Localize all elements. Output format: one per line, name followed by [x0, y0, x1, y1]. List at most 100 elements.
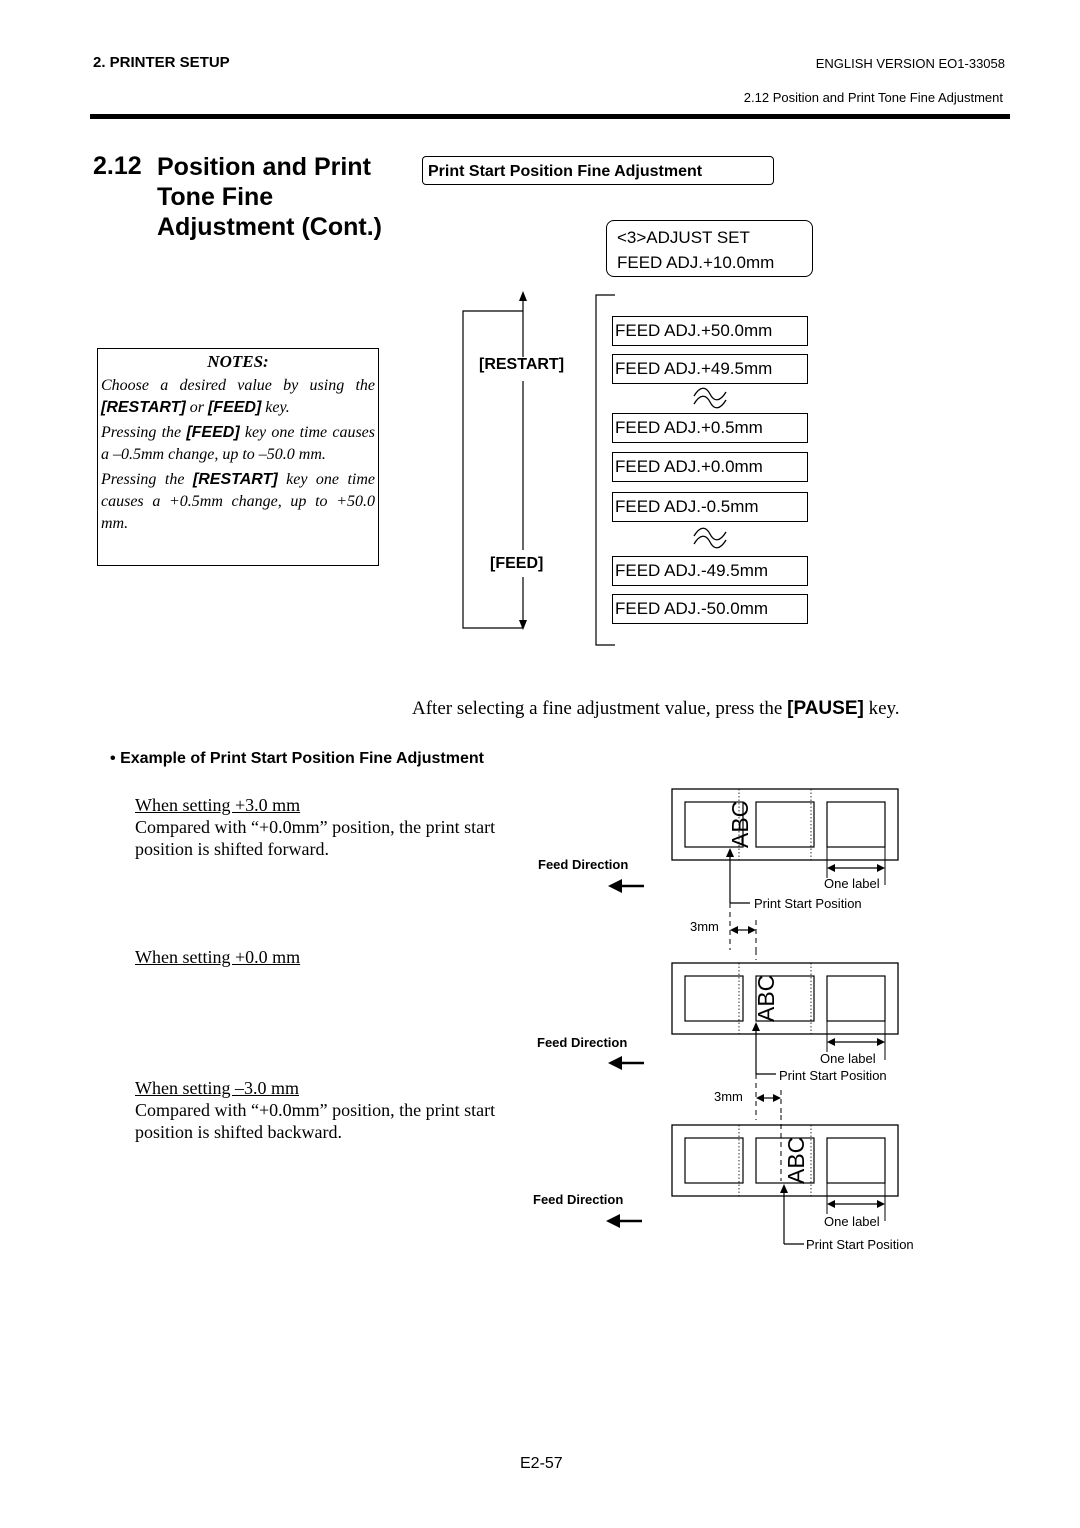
- print-sample-text: ABC: [727, 800, 753, 848]
- restart-key-ref: [RESTART]: [192, 471, 278, 488]
- print-sample: ABC: [783, 1136, 809, 1184]
- feed-direction-label: Feed Direction: [538, 857, 629, 872]
- section-number: 2.12: [93, 152, 142, 180]
- example-heading-text: Example of Print Start Position Fine Adj…: [120, 750, 484, 767]
- arrowhead-icon: [877, 1200, 885, 1208]
- print-sample-text: ABC: [753, 974, 779, 1022]
- arrowhead-icon: [827, 1038, 835, 1046]
- offset-caption: 3mm: [714, 1089, 743, 1104]
- feed-value-box: FEED ADJ.+50.0mm: [612, 316, 808, 346]
- feed-value-box: FEED ADJ.+0.0mm: [612, 452, 808, 482]
- print-sample: ABC: [727, 800, 753, 848]
- label: [826, 975, 886, 1022]
- label-backing: [671, 962, 899, 1035]
- one-label-caption: One label: [824, 1214, 880, 1229]
- arrow-up-icon: [752, 1022, 760, 1031]
- feed-key-ref: [FEED]: [207, 399, 262, 416]
- feed-value-box: FEED ADJ.-50.0mm: [612, 594, 808, 624]
- label-backing: [671, 788, 899, 861]
- arrow-up-icon: [726, 848, 734, 857]
- case-setting: When setting –3.0 mm: [135, 1078, 299, 1098]
- arrowhead-icon: [877, 864, 885, 872]
- ellipsis-wave-icon: [693, 527, 727, 549]
- arrowhead-icon: [748, 926, 756, 934]
- instruction-text: After selecting a fine adjustment value,…: [412, 698, 788, 719]
- arrowhead-icon: [773, 1094, 781, 1102]
- instruction-text: key.: [863, 698, 900, 719]
- label: [826, 1137, 886, 1184]
- bullet-icon: •: [110, 750, 116, 767]
- label: [826, 801, 886, 848]
- label: [755, 801, 815, 848]
- feed-value-box: FEED ADJ.-0.5mm: [612, 492, 808, 522]
- notes-title: NOTES:: [207, 352, 269, 371]
- title-line: Adjustment (Cont.): [157, 213, 382, 241]
- one-label-caption: One label: [824, 876, 880, 891]
- case-setting: When setting +0.0 mm: [135, 947, 301, 967]
- one-label-caption: One label: [820, 1051, 876, 1066]
- label: [684, 1137, 744, 1184]
- feed-direction-label: Feed Direction: [533, 1192, 624, 1207]
- arrow-up-icon: [780, 1184, 788, 1193]
- note-paragraph: Choose a desired value by using the [RES…: [101, 375, 375, 419]
- print-start-caption: Print Start Position: [754, 896, 862, 911]
- feed-key-label: [FEED]: [490, 555, 544, 572]
- example-case-zero: When setting +0.0 mm: [135, 946, 300, 968]
- header-divider: [90, 114, 1010, 119]
- note-paragraph: Pressing the [RESTART] key one time caus…: [101, 469, 375, 535]
- subsection-heading-box: Print Start Position Fine Adjustment: [422, 156, 774, 185]
- feed-value-box: FEED ADJ.-49.5mm: [612, 556, 808, 586]
- label-strip-diagram-zero: [671, 950, 899, 1120]
- note-text: Pressing the: [101, 424, 187, 441]
- restart-key-label: [RESTART]: [479, 356, 565, 373]
- lcd-line-2: FEED ADJ.+10.0mm: [617, 253, 775, 272]
- feed-value-box: FEED ADJ.+49.5mm: [612, 354, 808, 384]
- pause-instruction: After selecting a fine adjustment value,…: [412, 698, 900, 720]
- feed-direction-arrow-icon: [608, 1056, 644, 1070]
- print-sample-text: ABC: [783, 1136, 809, 1184]
- note-text: Choose a desired value by using the: [101, 377, 375, 394]
- arrowhead-icon: [756, 1094, 764, 1102]
- case-setting: When setting +3.0 mm: [135, 795, 301, 815]
- title-line: Position and Print: [157, 153, 371, 181]
- lcd-display-adjust-set: <3>ADJUST SET FEED ADJ.+10.0mm: [606, 220, 813, 277]
- header-version: ENGLISH VERSION EO1-33058: [815, 56, 1005, 71]
- example-case-plus3: When setting +3.0 mm Compared with “+0.0…: [135, 794, 495, 860]
- print-start-caption: Print Start Position: [779, 1068, 887, 1083]
- print-start-caption: Print Start Position: [806, 1237, 914, 1252]
- feed-key-ref: [FEED]: [186, 424, 240, 441]
- header-section: 2. PRINTER SETUP: [93, 54, 230, 71]
- offset-caption: 3mm: [690, 919, 719, 934]
- header-subsection: 2.12 Position and Print Tone Fine Adjust…: [743, 90, 1003, 105]
- print-sample: ABC: [753, 974, 779, 1022]
- example-heading: • Example of Print Start Position Fine A…: [110, 750, 484, 768]
- arrowhead-icon: [877, 1038, 885, 1046]
- notes-box: NOTES: Choose a desired value by using t…: [97, 348, 379, 566]
- arrowhead-icon: [827, 1200, 835, 1208]
- title-line: Tone Fine: [157, 183, 274, 211]
- note-text: Pressing the: [101, 471, 193, 488]
- example-case-minus3: When setting –3.0 mm Compared with “+0.0…: [135, 1077, 495, 1143]
- feed-value-box: FEED ADJ.+0.5mm: [612, 413, 808, 443]
- feed-direction-label: Feed Direction: [537, 1035, 628, 1050]
- arrowhead-icon: [730, 926, 738, 934]
- page-title: Position and Print Tone Fine Adjustment …: [157, 152, 417, 242]
- case-description: position is shifted backward.: [135, 1122, 342, 1142]
- arrowhead-icon: [827, 864, 835, 872]
- arrow-up-icon: [519, 291, 527, 301]
- restart-key-ref: [RESTART]: [101, 399, 186, 416]
- key-direction-diagram: [462, 291, 615, 646]
- feed-direction-arrow-icon: [608, 879, 644, 893]
- note-text: or: [185, 399, 208, 416]
- case-description: Compared with “+0.0mm” position, the pri…: [135, 817, 496, 837]
- note-text: key.: [261, 399, 290, 416]
- case-description: position is shifted forward.: [135, 839, 329, 859]
- pause-key-ref: [PAUSE]: [787, 698, 864, 719]
- lcd-line-1: <3>ADJUST SET: [617, 228, 750, 247]
- feed-direction-arrow-icon: [606, 1214, 642, 1228]
- label: [684, 975, 744, 1022]
- case-description: Compared with “+0.0mm” position, the pri…: [135, 1100, 496, 1120]
- page-number: E2-57: [520, 1455, 563, 1472]
- ellipsis-wave-icon: [693, 387, 727, 409]
- note-paragraph: Pressing the [FEED] key one time causes …: [101, 422, 375, 466]
